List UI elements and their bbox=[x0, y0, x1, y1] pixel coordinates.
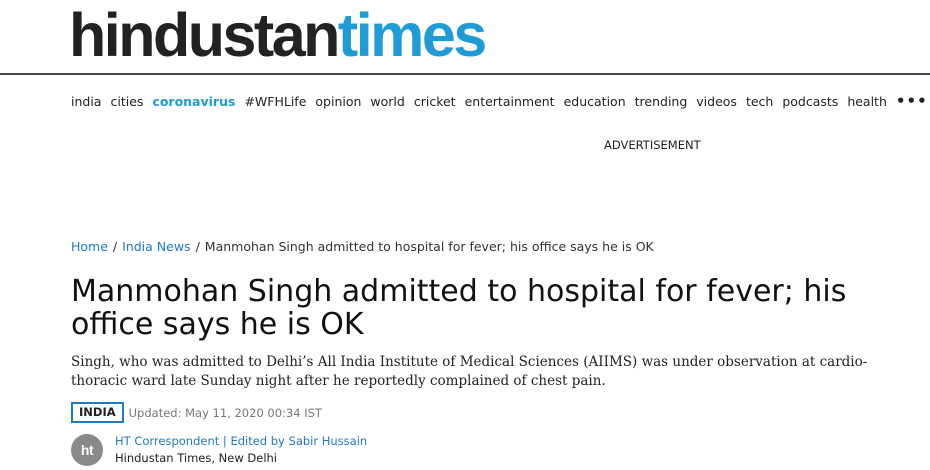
nav-item-wfhlife[interactable]: #WFHLife bbox=[244, 94, 306, 109]
breadcrumb-india-news[interactable]: India News bbox=[122, 239, 190, 254]
nav-item-cricket[interactable]: cricket bbox=[414, 94, 456, 109]
nav-item-podcasts[interactable]: podcasts bbox=[782, 94, 838, 109]
breadcrumb-separator: / bbox=[195, 239, 200, 254]
breadcrumb-separator: / bbox=[112, 239, 118, 254]
nav-item-world[interactable]: world bbox=[370, 94, 404, 109]
nav-item-cities[interactable]: cities bbox=[110, 94, 143, 109]
logo-hindustan: hindustan bbox=[69, 1, 340, 69]
nav-item-india[interactable]: india bbox=[71, 94, 101, 109]
nav-item-education[interactable]: education bbox=[564, 94, 626, 109]
nav-item-health[interactable]: health bbox=[847, 94, 887, 109]
author-place: Hindustan Times, New Delhi bbox=[115, 451, 278, 465]
nav-item-videos[interactable]: videos bbox=[696, 94, 737, 109]
byline-divider: | bbox=[222, 434, 227, 448]
nav-item-trending[interactable]: trending bbox=[635, 94, 688, 109]
header-divider bbox=[0, 73, 930, 75]
breadcrumb-home[interactable]: Home bbox=[71, 239, 108, 254]
main-nav: india cities coronavirus #WFHLife opinio… bbox=[71, 92, 928, 110]
updated-timestamp: Updated: May 11, 2020 00:34 IST bbox=[128, 405, 322, 420]
more-menu-icon[interactable]: ••• bbox=[896, 92, 928, 110]
nav-item-opinion[interactable]: opinion bbox=[315, 94, 361, 109]
section-tag[interactable]: INDIA bbox=[71, 402, 124, 423]
author-text: HT Correspondent | Edited by Sabir Hussa… bbox=[115, 433, 367, 467]
editor-credit: Edited by Sabir Hussain bbox=[230, 434, 368, 448]
logo-times: times bbox=[337, 1, 487, 69]
breadcrumb: Home / India News / Manmohan Singh admitted … bbox=[71, 239, 654, 254]
article-meta: INDIA Updated: May 11, 2020 00:34 IST bbox=[71, 402, 322, 423]
nav-item-coronavirus[interactable]: coronavirus bbox=[152, 94, 235, 109]
author-avatar: ht bbox=[71, 434, 103, 466]
nav-item-entertainment[interactable]: entertainment bbox=[465, 94, 555, 109]
article-summary: Singh, who was admitted to Delhi’s All I… bbox=[71, 354, 868, 389]
author-byline: HT Correspondent | Edited by Sabir Hussa… bbox=[115, 433, 367, 450]
author-block: ht HT Correspondent | Edited by Sabir Hu… bbox=[71, 433, 367, 467]
breadcrumb-current: Manmohan Singh admitted to hospital for … bbox=[204, 239, 654, 254]
site-logo[interactable]: hindustantimes bbox=[69, 0, 487, 70]
nav-item-tech[interactable]: tech bbox=[746, 94, 773, 109]
advertisement-label: ADVERTISEMENT bbox=[604, 138, 701, 152]
author-link[interactable]: HT Correspondent bbox=[115, 434, 219, 448]
article-headline: Manmohan Singh admitted to hospital for … bbox=[71, 274, 847, 342]
